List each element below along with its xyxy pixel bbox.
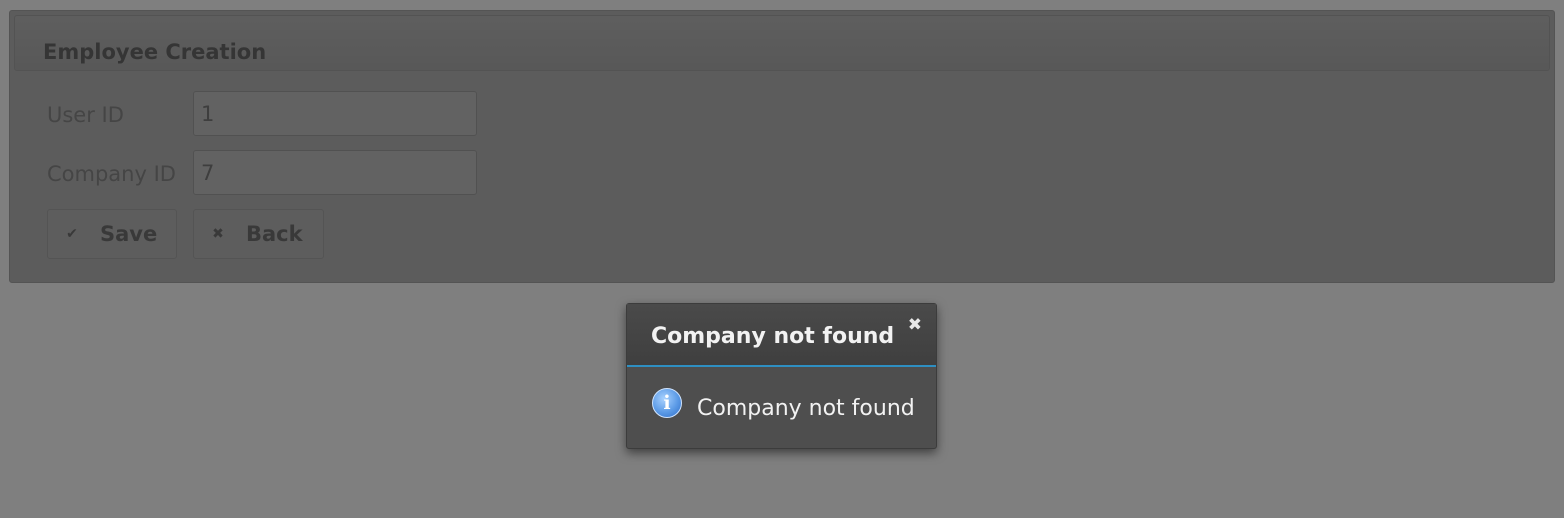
dialog-header: Company not found ✖ [627, 304, 936, 367]
message-dialog: Company not found ✖ i Company not found [626, 303, 937, 449]
page: Employee Creation User ID Company ID ✔ S… [0, 0, 1564, 518]
info-icon: i [652, 388, 682, 418]
dialog-message: Company not found [697, 396, 915, 421]
dialog-title: Company not found [651, 324, 895, 349]
dialog-close-icon[interactable]: ✖ [908, 315, 922, 335]
